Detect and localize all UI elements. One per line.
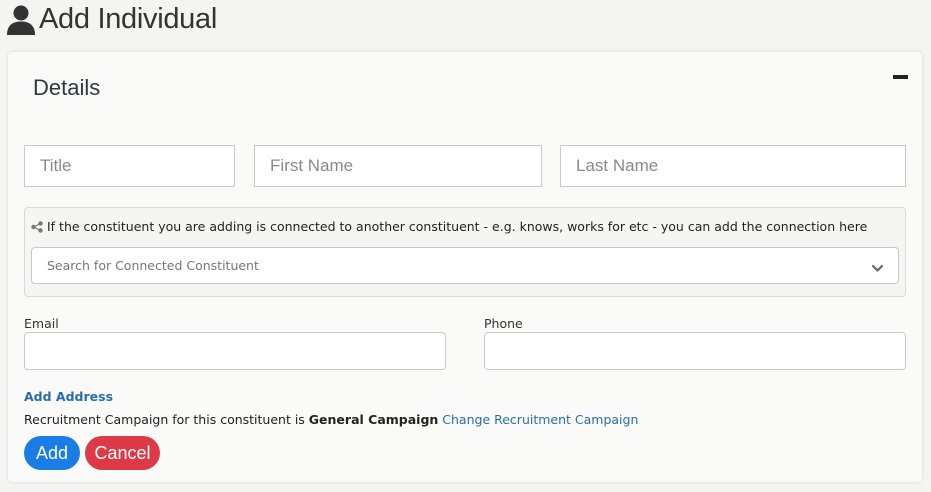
details-card: Details If the constituent you are addin… — [8, 52, 922, 482]
connected-constituent-search[interactable]: Search for Connected Constituent — [31, 247, 899, 284]
search-placeholder: Search for Connected Constituent — [47, 258, 259, 273]
add-button[interactable]: Add — [24, 436, 80, 470]
user-icon — [6, 4, 36, 36]
change-campaign-link[interactable]: Change Recruitment Campaign — [442, 412, 638, 427]
phone-label: Phone — [484, 316, 523, 331]
add-address-link[interactable]: Add Address — [24, 389, 113, 404]
recruitment-campaign-info: Recruitment Campaign for this constituen… — [24, 412, 638, 427]
title-input[interactable] — [24, 145, 235, 187]
email-label: Email — [24, 316, 59, 331]
campaign-name: General Campaign — [308, 412, 439, 427]
first-name-input[interactable] — [254, 145, 542, 187]
connection-info-text: If the constituent you are adding is con… — [47, 219, 868, 234]
card-title: Details — [33, 75, 101, 100]
recruitment-prefix: Recruitment Campaign for this constituen… — [24, 412, 309, 427]
minus-icon[interactable] — [893, 75, 908, 79]
chevron-down-icon[interactable] — [871, 260, 884, 273]
connection-panel: If the constituent you are adding is con… — [24, 207, 906, 297]
last-name-input[interactable] — [560, 145, 906, 187]
page-header: Add Individual — [6, 3, 217, 36]
connection-info: If the constituent you are adding is con… — [31, 219, 867, 234]
cancel-button[interactable]: Cancel — [85, 436, 160, 470]
email-field[interactable] — [24, 332, 446, 370]
page-title: Add Individual — [39, 3, 217, 35]
share-icon — [31, 220, 43, 233]
phone-field[interactable] — [484, 332, 906, 370]
